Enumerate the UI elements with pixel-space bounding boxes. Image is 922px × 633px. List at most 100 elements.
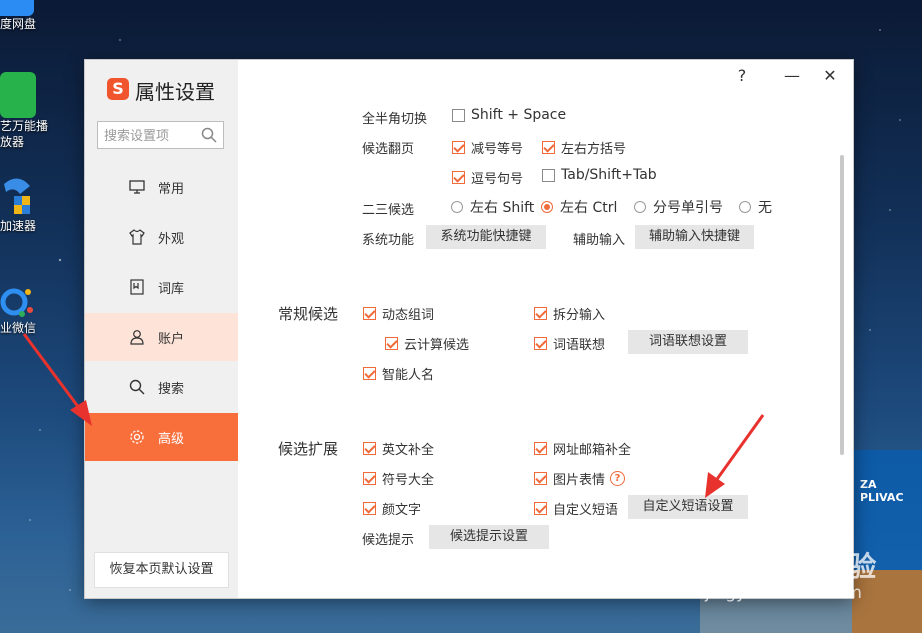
checkbox-label: Tab/Shift+Tab <box>561 167 657 183</box>
checkbox-label: 颜文字 <box>382 503 422 518</box>
dictionary-icon <box>128 278 146 296</box>
checkbox-box <box>534 307 547 320</box>
dialog-title: 属性设置 <box>135 80 215 104</box>
checkbox-box <box>363 442 376 455</box>
nav-item-common[interactable]: 常用 <box>85 163 238 211</box>
search-box <box>97 121 224 150</box>
image-emoji-checkbox[interactable]: 图片表情 ? <box>534 469 626 488</box>
nav-item-account[interactable]: 账户 <box>85 313 238 361</box>
english-completion-checkbox[interactable]: 英文补全 <box>363 439 434 458</box>
second-third-label: 二三候选 <box>362 203 415 218</box>
desktop-icon-wecom[interactable]: 业微信 <box>0 282 60 336</box>
checkbox-box <box>534 337 547 350</box>
sidebar: S 属性设置 常用 外观 词库 账户 搜索 <box>85 60 238 598</box>
monitor-icon <box>128 178 146 196</box>
nav-item-appearance[interactable]: 外观 <box>85 213 238 261</box>
checkbox-box <box>363 502 376 515</box>
settings-content: 全半角切换 Shift + Space 候选翻页 减号等号 左右方括号 逗号句号… <box>238 60 853 598</box>
radio-dot <box>541 201 553 213</box>
player-icon <box>0 72 36 118</box>
user-icon <box>128 328 146 346</box>
checkbox-box <box>534 502 547 515</box>
checkbox-box <box>534 472 547 485</box>
paging-comma-period-checkbox[interactable]: 逗号句号 <box>452 168 523 187</box>
url-email-completion-checkbox[interactable]: 网址邮箱补全 <box>534 439 631 458</box>
gear-icon <box>128 428 146 446</box>
radio-semicolon-quote[interactable]: 分号单引号 <box>634 197 723 217</box>
paging-brackets-checkbox[interactable]: 左右方括号 <box>542 138 626 157</box>
split-input-checkbox[interactable]: 拆分输入 <box>534 304 605 323</box>
radio-shift[interactable]: 左右 Shift <box>451 197 534 217</box>
nav-item-label: 外观 <box>158 231 185 247</box>
nav-item-label: 常用 <box>158 181 185 197</box>
settings-dialog: S 属性设置 常用 外观 词库 账户 搜索 <box>85 60 853 598</box>
wecom-icon <box>0 282 36 320</box>
radio-label: 左右 Shift <box>470 200 535 216</box>
sogou-logo-icon: S <box>107 78 129 100</box>
paging-tab-checkbox[interactable]: Tab/Shift+Tab <box>542 167 657 183</box>
nav-item-label: 词库 <box>158 281 185 297</box>
checkbox-label: 网址邮箱补全 <box>553 443 632 458</box>
regular-candidates-label: 常规候选 <box>278 305 339 323</box>
desktop-icon-label: 加速器 <box>0 219 37 233</box>
nav-item-advanced[interactable]: 高级 <box>85 413 238 461</box>
baidu-watermark: Bai du 经验 jingyan.baidu.com <box>703 545 878 603</box>
checkbox-label: 动态组词 <box>382 308 435 323</box>
checkbox-label: 左右方括号 <box>561 142 627 157</box>
custom-phrase-checkbox[interactable]: 自定义短语 <box>534 499 618 518</box>
checkbox-box <box>542 141 555 154</box>
checkbox-box <box>452 141 465 154</box>
nav-item-search[interactable]: 搜索 <box>85 363 238 411</box>
checkbox-box <box>452 171 465 184</box>
smart-name-checkbox[interactable]: 智能人名 <box>363 364 434 383</box>
checkbox-label: 图片表情 <box>553 473 606 488</box>
sysfunc-shortcut-button[interactable]: 系统功能快捷键 <box>426 225 546 249</box>
paging-minus-equal-checkbox[interactable]: 减号等号 <box>452 138 523 157</box>
desktop-icon-accelerator[interactable]: 加速器 <box>0 176 60 234</box>
candidate-hint-label: 候选提示 <box>362 533 415 548</box>
radio-ctrl[interactable]: 左右 Ctrl <box>541 197 617 217</box>
word-association-settings-button[interactable]: 词语联想设置 <box>628 330 748 354</box>
restore-defaults-button[interactable]: 恢复本页默认设置 <box>94 552 229 588</box>
search-icon[interactable] <box>201 127 217 147</box>
annotation-arrow-right <box>705 414 765 498</box>
kaomoji-checkbox[interactable]: 颜文字 <box>363 499 421 518</box>
fullhalf-checkbox[interactable]: Shift + Space <box>452 107 566 123</box>
radio-none[interactable]: 无 <box>739 197 772 217</box>
help-icon[interactable]: ? <box>610 471 626 486</box>
checkbox-label: Shift + Space <box>471 107 567 123</box>
search-input[interactable] <box>102 122 206 150</box>
accelerator-icon <box>0 176 34 218</box>
annotation-arrow-left <box>22 333 92 426</box>
desktop-icon-label: 度网盘 <box>0 17 37 31</box>
assist-shortcut-button[interactable]: 辅助输入快捷键 <box>635 225 754 249</box>
checkbox-label: 逗号句号 <box>471 172 524 187</box>
checkbox-label: 自定义短语 <box>553 503 619 518</box>
cloud-candidate-checkbox[interactable]: 云计算候选 <box>385 334 469 353</box>
paging-label: 候选翻页 <box>362 142 415 157</box>
checkbox-label: 云计算候选 <box>404 338 470 353</box>
desktop-icon-netdisk[interactable]: 度网盘 <box>0 0 60 32</box>
word-association-checkbox[interactable]: 词语联想 <box>534 334 605 353</box>
radio-label: 无 <box>758 200 772 216</box>
watermark-logo: Bai du 经验 <box>703 550 878 583</box>
checkbox-label: 拆分输入 <box>553 308 606 323</box>
candidate-extension-label: 候选扩展 <box>278 440 339 458</box>
checkbox-box <box>385 337 398 350</box>
checkbox-label: 符号大全 <box>382 473 435 488</box>
checkbox-box <box>534 442 547 455</box>
scrollbar[interactable] <box>840 155 844 455</box>
checkbox-label: 词语联想 <box>553 338 606 353</box>
desktop-icon-label: 放器 <box>0 135 25 149</box>
dynamic-word-checkbox[interactable]: 动态组词 <box>363 304 434 323</box>
symbols-checkbox[interactable]: 符号大全 <box>363 469 434 488</box>
assist-label: 辅助输入 <box>573 233 626 248</box>
desktop-icon-label: 艺万能播 <box>0 119 49 133</box>
nav-item-dictionary[interactable]: 词库 <box>85 263 238 311</box>
radio-label: 分号单引号 <box>653 200 723 216</box>
nav-item-label: 高级 <box>158 431 185 447</box>
desktop-icon-player[interactable]: 艺万能播 放器 <box>0 72 60 150</box>
checkbox-box <box>542 168 555 182</box>
radio-label: 左右 Ctrl <box>560 200 618 216</box>
candidate-hint-settings-button[interactable]: 候选提示设置 <box>429 525 549 549</box>
